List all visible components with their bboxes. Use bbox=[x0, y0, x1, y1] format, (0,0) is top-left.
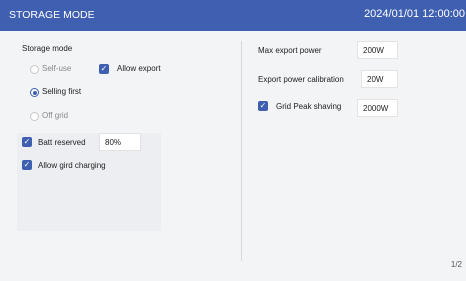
radio-selling-first-label: Selling first bbox=[42, 87, 82, 96]
column-divider bbox=[241, 41, 242, 261]
storage-mode-label: Storage mode bbox=[22, 44, 73, 53]
radio-self-use-label: Self-use bbox=[42, 64, 72, 73]
page-title: STORAGE MODE bbox=[9, 9, 95, 21]
export-calibration-input[interactable]: 20W bbox=[361, 70, 398, 88]
allow-grid-charging-label: Allow gird charging bbox=[38, 161, 106, 170]
batt-reserved-input[interactable]: 80% bbox=[99, 133, 141, 151]
radio-self-use[interactable] bbox=[30, 65, 39, 74]
max-export-power-input[interactable]: 200W bbox=[357, 41, 398, 59]
grid-peak-shaving-label: Grid Peak shaving bbox=[276, 102, 342, 111]
allow-export-checkbox[interactable]: ✓ bbox=[99, 64, 109, 74]
batt-reserved-checkbox[interactable]: ✓ bbox=[22, 137, 32, 147]
radio-selling-first[interactable] bbox=[30, 88, 39, 97]
grid-peak-shaving-input[interactable]: 2000W bbox=[357, 99, 398, 117]
export-calibration-label: Export power calibration bbox=[258, 75, 344, 84]
page-indicator: 1/2 bbox=[450, 260, 462, 269]
radio-off-grid-label: Off grid bbox=[42, 111, 69, 120]
batt-reserved-label: Batt reserved bbox=[38, 138, 86, 147]
radio-off-grid[interactable] bbox=[30, 112, 39, 121]
max-export-power-label: Max export power bbox=[258, 46, 322, 55]
allow-grid-charging-checkbox[interactable]: ✓ bbox=[22, 160, 32, 170]
datetime-display: 2024/01/01 12:00:00 bbox=[364, 8, 465, 20]
grid-peak-shaving-checkbox[interactable]: ✓ bbox=[258, 101, 268, 111]
allow-export-label: Allow export bbox=[117, 64, 161, 73]
title-bar: STORAGE MODE 2024/01/01 12:00:00 bbox=[0, 0, 466, 31]
